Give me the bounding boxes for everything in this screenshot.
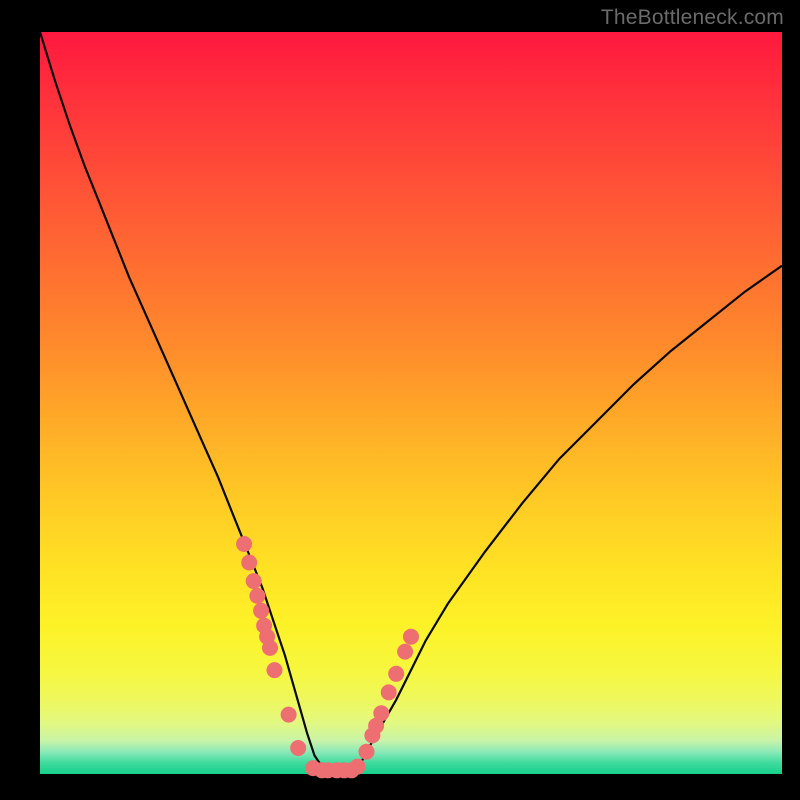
data-dot bbox=[246, 574, 261, 589]
watermark-text: TheBottleneck.com bbox=[601, 6, 784, 30]
data-dot bbox=[389, 666, 404, 681]
plot-area bbox=[40, 32, 782, 774]
data-dot bbox=[242, 555, 257, 570]
data-dot bbox=[250, 588, 265, 603]
data-dot bbox=[398, 644, 413, 659]
data-dot bbox=[359, 744, 374, 759]
data-dot bbox=[381, 685, 396, 700]
bottleneck-curve-svg bbox=[40, 32, 782, 774]
data-dot bbox=[404, 629, 419, 644]
bottleneck-curve bbox=[40, 32, 782, 770]
data-dot bbox=[237, 537, 252, 552]
data-dot bbox=[267, 663, 282, 678]
data-dot bbox=[350, 759, 365, 774]
data-dot bbox=[281, 707, 296, 722]
chart-frame: TheBottleneck.com bbox=[0, 0, 800, 800]
data-dot bbox=[291, 741, 306, 756]
data-dot bbox=[254, 603, 269, 618]
data-dot bbox=[374, 706, 389, 721]
data-dots-group bbox=[237, 537, 419, 778]
data-dot bbox=[263, 640, 278, 655]
